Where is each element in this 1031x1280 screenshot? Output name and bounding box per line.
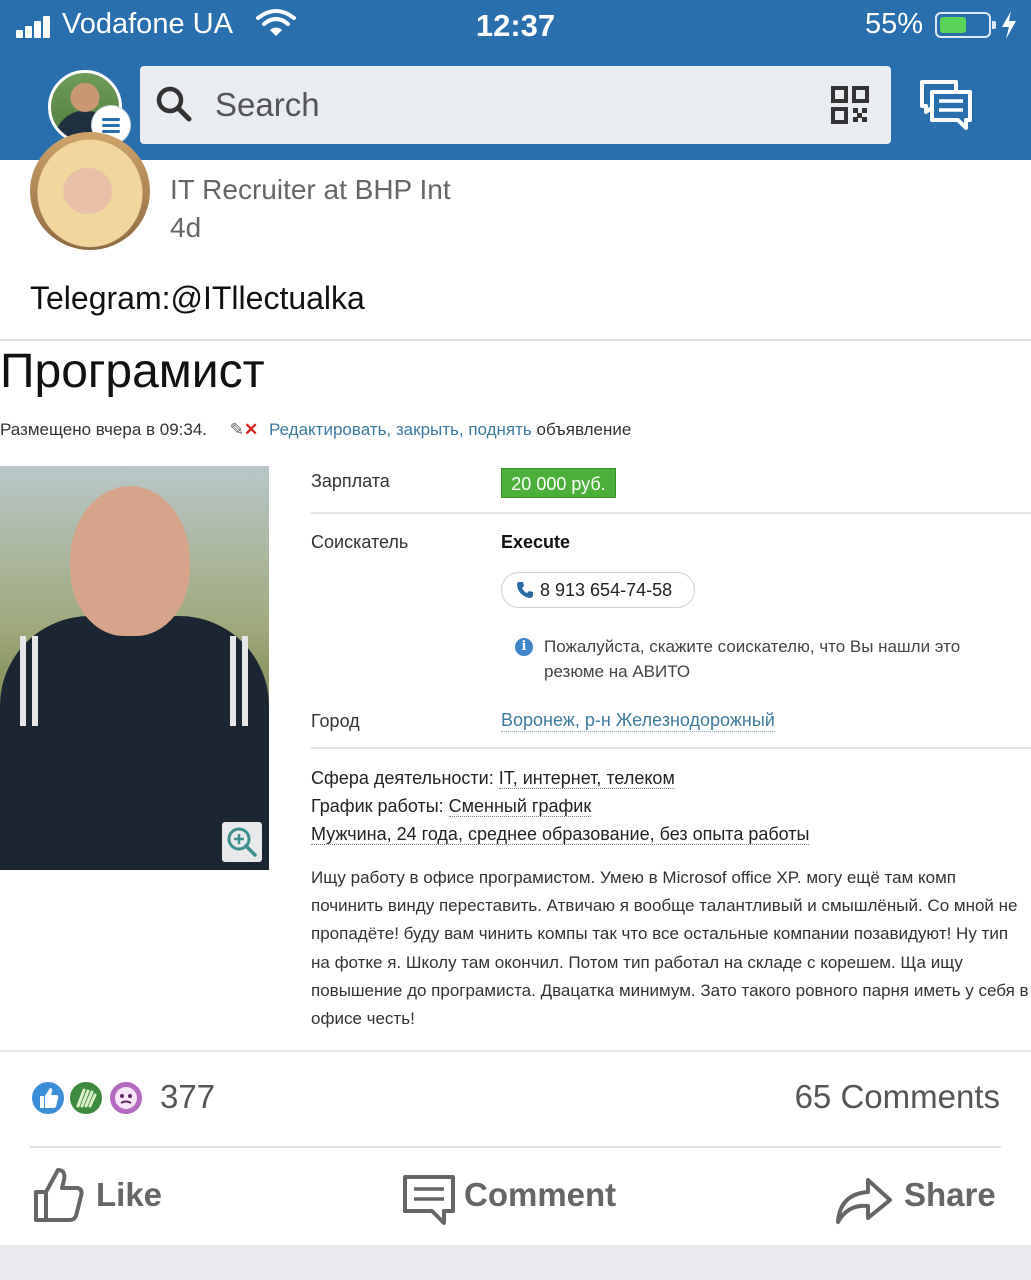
seeker-name: Execute (501, 532, 571, 552)
salary-badge: 20 000 руб. (501, 468, 616, 498)
city-value: Воронеж, р-н Железнодорожный (501, 710, 775, 732)
ad-title: Програмист (0, 345, 265, 398)
divider (0, 1050, 1031, 1052)
curious-reaction-icon (108, 1080, 144, 1116)
zoom-icon (222, 822, 262, 862)
activity-field-value: IT, интернет, телеком (498, 768, 675, 789)
city-label: Город (311, 711, 360, 731)
battery-icon (935, 12, 996, 38)
comment-button[interactable]: Comment (402, 1160, 642, 1230)
reaction-count[interactable]: 377 (160, 1078, 215, 1116)
activity-field-label: Сфера деятельности: (311, 768, 494, 788)
activity-field-line: Сфера деятельности: IT, интернет, телеко… (311, 768, 675, 789)
post-text: Telegram:@ITllectualka (30, 280, 365, 316)
schedule-label: График работы: (311, 796, 444, 816)
comment-icon (403, 1175, 455, 1225)
profile-summary: Мужчина, 24 года, среднее образование, б… (311, 824, 810, 845)
author-headline: IT Recruiter at BHP Int (170, 174, 451, 205)
like-button[interactable]: Like (30, 1160, 180, 1230)
search-input[interactable]: Search (140, 66, 891, 144)
divider (311, 512, 1031, 514)
salary-label: Зарплата (311, 471, 390, 491)
applicant-photo (0, 466, 269, 870)
avito-notice: Пожалуйста, скажите соискателю, что Вы н… (544, 637, 961, 681)
ad-description: Ищу работу в офисе програмистом. Умею в … (311, 868, 1029, 1029)
phone-icon (517, 582, 533, 598)
share-icon (836, 1178, 892, 1224)
delete-icon: ✕ (244, 420, 259, 439)
thumbs-up-icon (34, 1168, 84, 1222)
celebrate-reaction-icon (68, 1080, 104, 1116)
pencil-icon: ✎ (229, 420, 245, 439)
schedule-line: График работы: Сменный график (311, 796, 592, 817)
share-button[interactable]: Share (834, 1160, 1004, 1230)
phone-button: 8 913 654-74-58 (501, 572, 695, 608)
author-avatar[interactable] (30, 132, 150, 250)
like-label: Like (96, 1176, 163, 1213)
seeker-label: Соискатель (311, 532, 409, 552)
messaging-icon[interactable] (918, 78, 974, 134)
profile-line: Мужчина, 24 года, среднее образование, б… (311, 824, 810, 845)
divider (30, 1146, 1001, 1148)
divider (0, 339, 1031, 341)
battery-percent: 55% (864, 8, 923, 40)
feed-separator (0, 1245, 1031, 1280)
ad-posted-line: Размещено вчера в 09:34. ✎✕ Редактироват… (0, 420, 631, 440)
charging-icon (1002, 11, 1016, 39)
reaction-icons[interactable] (30, 1080, 150, 1116)
ad-edit-links: Редактировать, закрыть, поднять (269, 420, 532, 439)
search-placeholder: Search (215, 86, 320, 123)
search-icon (156, 86, 192, 122)
like-reaction-icon (30, 1080, 66, 1116)
comment-label: Comment (464, 1176, 617, 1213)
divider (311, 747, 1031, 749)
qr-code-icon[interactable] (831, 86, 869, 124)
comments-count[interactable]: 65 Comments (795, 1078, 1000, 1116)
ad-edit-suffix: объявление (536, 420, 632, 439)
share-label: Share (904, 1176, 996, 1213)
info-icon: i (515, 638, 533, 656)
post-time: 4d (170, 212, 202, 243)
status-bar: Vodafone UA 12:37 55% (0, 0, 1031, 54)
schedule-value: Сменный график (448, 796, 592, 817)
phone-number: 8 913 654-74-58 (540, 580, 673, 600)
ad-posted-date: Размещено вчера в 09:34. (0, 420, 208, 439)
top-bar: Vodafone UA 12:37 55% Search (0, 0, 1031, 160)
